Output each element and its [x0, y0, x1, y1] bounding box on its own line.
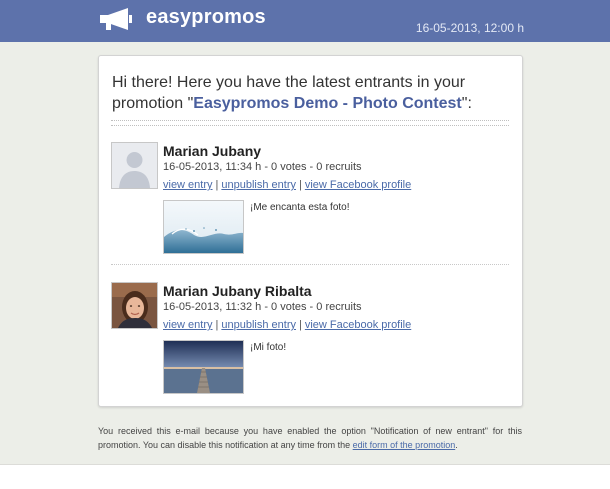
view-facebook-profile-link[interactable]: view Facebook profile [305, 319, 411, 331]
header-datetime: 16-05-2013, 12:00 h [415, 21, 524, 35]
entry-photo[interactable] [163, 200, 244, 254]
email-header: easypromos 16-05-2013, 12:00 h [0, 0, 610, 42]
bottom-strip [0, 464, 610, 489]
entrant-links: view entry | unpublish entry | view Facebook… [163, 319, 412, 331]
entry-photo[interactable] [163, 340, 244, 394]
profile-photo [112, 283, 157, 328]
intro-message: Hi there! Here you have the latest entra… [112, 74, 472, 112]
footer-note: You received this e-mail because you hav… [98, 426, 522, 450]
entrant-name: Marian Jubany [163, 143, 262, 159]
entrant-meta: 16-05-2013, 11:32 h - 0 votes - 0 recrui… [163, 301, 362, 313]
user-silhouette-icon [112, 143, 157, 188]
entrants-card: Hi there! Here you have the latest entra… [98, 55, 523, 407]
entrant-avatar[interactable] [111, 142, 158, 189]
pier-sunset-photo [164, 341, 243, 393]
divider [111, 264, 509, 265]
entrant-avatar[interactable] [111, 282, 158, 329]
entrant-name: Marian Jubany Ribalta [163, 283, 312, 299]
entrant-links: view entry | unpublish entry | view Facebook… [163, 179, 412, 191]
view-entry-link[interactable]: view entry [163, 179, 213, 191]
entry-comment: ¡Mi foto! [250, 342, 287, 353]
brand-name: easypromos [146, 6, 266, 28]
entry-comment: ¡Me encanta esta foto! [250, 202, 350, 213]
edit-promotion-link[interactable]: edit form of the promotion [353, 440, 456, 450]
water-splash-photo [164, 201, 243, 253]
unpublish-entry-link[interactable]: unpublish entry [221, 319, 296, 331]
megaphone-icon [100, 8, 132, 30]
view-facebook-profile-link[interactable]: view Facebook profile [305, 179, 411, 191]
unpublish-entry-link[interactable]: unpublish entry [221, 179, 296, 191]
promotion-name: Easypromos Demo - Photo Contest [193, 95, 462, 112]
entrant-meta: 16-05-2013, 11:34 h - 0 votes - 0 recrui… [163, 161, 362, 173]
view-entry-link[interactable]: view entry [163, 319, 213, 331]
divider [111, 120, 509, 126]
